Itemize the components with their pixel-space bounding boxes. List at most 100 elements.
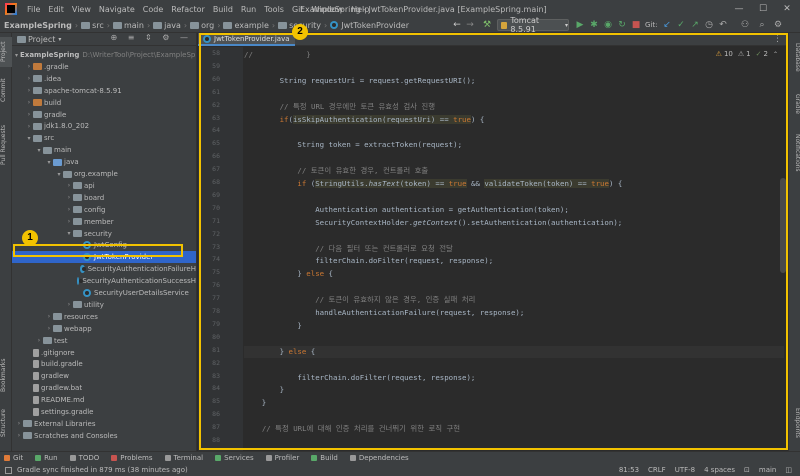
chevron-right-icon[interactable]: › <box>15 420 23 427</box>
maximize-icon[interactable]: ☐ <box>752 0 774 18</box>
menu-code[interactable]: Code <box>139 5 167 14</box>
chevron-right-icon[interactable]: › <box>65 206 73 213</box>
breadcrumb-item[interactable]: src <box>81 21 104 30</box>
line-separator[interactable]: CRLF <box>648 466 666 474</box>
tree-item[interactable]: ▾ security <box>12 228 196 240</box>
tree-item[interactable]: gradlew <box>12 370 196 382</box>
chevron-right-icon[interactable]: › <box>35 337 43 344</box>
tree-item[interactable]: ▾ java <box>12 156 196 168</box>
tree-item[interactable]: › resources <box>12 311 196 323</box>
menu-view[interactable]: View <box>68 5 95 14</box>
breadcrumb-item[interactable]: main <box>112 21 144 30</box>
tree-item[interactable]: ▾ ExampleSpring D:\WriterTool\Project\Exam… <box>12 49 196 61</box>
chevron-right-icon[interactable]: › <box>65 182 73 189</box>
settings-icon[interactable]: ⚙ <box>772 19 784 31</box>
chevron-right-icon[interactable]: › <box>45 313 53 320</box>
breadcrumb-item[interactable]: java <box>153 21 181 30</box>
stop-icon[interactable]: ■ <box>630 19 642 31</box>
chevron-right-icon[interactable]: › <box>25 123 33 130</box>
tool-tab-dependencies[interactable]: Dependencies <box>349 454 409 462</box>
chevron-down-icon[interactable]: ▾ <box>25 135 33 142</box>
tree-item[interactable]: › api <box>12 180 196 192</box>
coverage-icon[interactable]: ◉ <box>602 19 614 31</box>
tree-item[interactable]: ▾ src <box>12 132 196 144</box>
menu-edit[interactable]: Edit <box>44 5 68 14</box>
chevron-down-icon[interactable]: ▾ <box>15 52 18 59</box>
tree-item[interactable]: › board <box>12 192 196 204</box>
tree-item[interactable]: › apache-tomcat-8.5.91 <box>12 85 196 97</box>
tree-item[interactable]: SecurityAuthenticationFailureH <box>12 263 196 275</box>
tool-tab-build[interactable]: Build <box>311 454 338 462</box>
debug-icon[interactable]: ✱ <box>588 19 600 31</box>
tool-tab-problems[interactable]: Problems <box>111 454 153 462</box>
tree-item[interactable]: › utility <box>12 299 196 311</box>
tree-item[interactable]: › .gradle <box>12 61 196 73</box>
git-branch[interactable]: main <box>759 466 777 474</box>
tree-item[interactable]: SecurityAuthenticationSuccessH <box>12 275 196 287</box>
tree-item[interactable]: gradlew.bat <box>12 382 196 394</box>
tree-item[interactable]: › member <box>12 216 196 228</box>
tab-endpoints[interactable]: Endpoints <box>791 403 800 443</box>
tree-item[interactable]: › webapp <box>12 323 196 335</box>
project-title[interactable]: Project <box>28 35 55 44</box>
menu-refactor[interactable]: Refactor <box>167 5 209 14</box>
project-header-actions[interactable]: ⊕ ≡ ⇕ ⚙ — <box>111 33 192 42</box>
lock-icon[interactable]: ⊡ <box>744 466 750 474</box>
tab-bookmarks[interactable]: Bookmarks <box>0 355 12 395</box>
chevron-right-icon[interactable]: › <box>45 325 53 332</box>
tree-item[interactable]: › build <box>12 97 196 109</box>
notification-icon[interactable]: ◫ <box>785 466 792 474</box>
chevron-right-icon[interactable]: › <box>15 432 23 439</box>
settings-user-icon[interactable]: ⚇ <box>739 19 751 31</box>
tab-database[interactable]: Database <box>791 39 800 75</box>
run-icon[interactable]: ▶ <box>574 19 586 31</box>
indent-setting[interactable]: 4 spaces <box>704 466 735 474</box>
git-push-icon[interactable]: ↗ <box>689 19 701 31</box>
tree-item[interactable]: › test <box>12 335 196 347</box>
git-commit-icon[interactable]: ✓ <box>675 19 687 31</box>
tree-item[interactable]: › gradle <box>12 109 196 121</box>
tree-item[interactable]: › config <box>12 204 196 216</box>
forward-arrow-icon[interactable]: → <box>464 19 476 31</box>
tool-tab-git[interactable]: Git <box>4 454 23 462</box>
tree-item[interactable]: › External Libraries <box>12 418 196 430</box>
history-icon[interactable]: ◷ <box>703 19 715 31</box>
chevron-down-icon[interactable]: ▾ <box>45 159 53 166</box>
menu-file[interactable]: File <box>23 5 44 14</box>
layout-toggle-icon[interactable] <box>5 466 12 474</box>
tab-gradle[interactable]: Gradle <box>791 89 800 119</box>
tab-notifications[interactable]: Notifications <box>791 129 800 177</box>
menu-run[interactable]: Run <box>237 5 260 14</box>
tree-item[interactable]: ▾ org.example <box>12 168 196 180</box>
menu-build[interactable]: Build <box>209 5 237 14</box>
chevron-right-icon[interactable]: › <box>25 111 33 118</box>
tree-item[interactable]: .gitignore <box>12 347 196 359</box>
chevron-right-icon[interactable]: › <box>25 87 33 94</box>
chevron-down-icon[interactable]: ▾ <box>58 36 61 43</box>
back-arrow-icon[interactable]: ← <box>451 19 463 31</box>
refresh-icon[interactable]: ↻ <box>616 19 628 31</box>
status-message[interactable]: Gradle sync finished in 879 ms (38 minut… <box>17 466 188 474</box>
breadcrumb-item[interactable]: example <box>223 21 269 30</box>
close-icon[interactable]: ✕ <box>776 0 798 18</box>
chevron-down-icon[interactable]: ▾ <box>65 230 73 237</box>
tool-tab-run[interactable]: Run <box>35 454 58 462</box>
tree-item[interactable]: ▾ main <box>12 144 196 156</box>
tab-structure[interactable]: Structure <box>0 405 12 441</box>
chevron-right-icon[interactable]: › <box>65 218 73 225</box>
menu-tools[interactable]: Tools <box>260 5 288 14</box>
file-encoding[interactable]: UTF-8 <box>675 466 695 474</box>
rollback-icon[interactable]: ↶ <box>717 19 729 31</box>
minimize-icon[interactable]: — <box>728 0 750 18</box>
tree-item[interactable]: build.gradle <box>12 358 196 370</box>
chevron-down-icon[interactable]: ▾ <box>35 147 43 154</box>
tab-project[interactable]: Project <box>0 37 12 67</box>
tab-pull-requests[interactable]: Pull Requests <box>0 119 12 171</box>
breadcrumb-item[interactable]: JwtTokenProvider <box>330 21 409 30</box>
tab-commit[interactable]: Commit <box>0 75 12 105</box>
search-icon[interactable]: ⌕ <box>756 19 768 31</box>
run-configuration-select[interactable]: Tomcat 8.5.91 ▾ <box>497 16 569 34</box>
tree-item[interactable]: SecurityUserDetailsService <box>12 287 196 299</box>
chevron-right-icon[interactable]: › <box>65 194 73 201</box>
git-update-icon[interactable]: ↙ <box>661 19 673 31</box>
